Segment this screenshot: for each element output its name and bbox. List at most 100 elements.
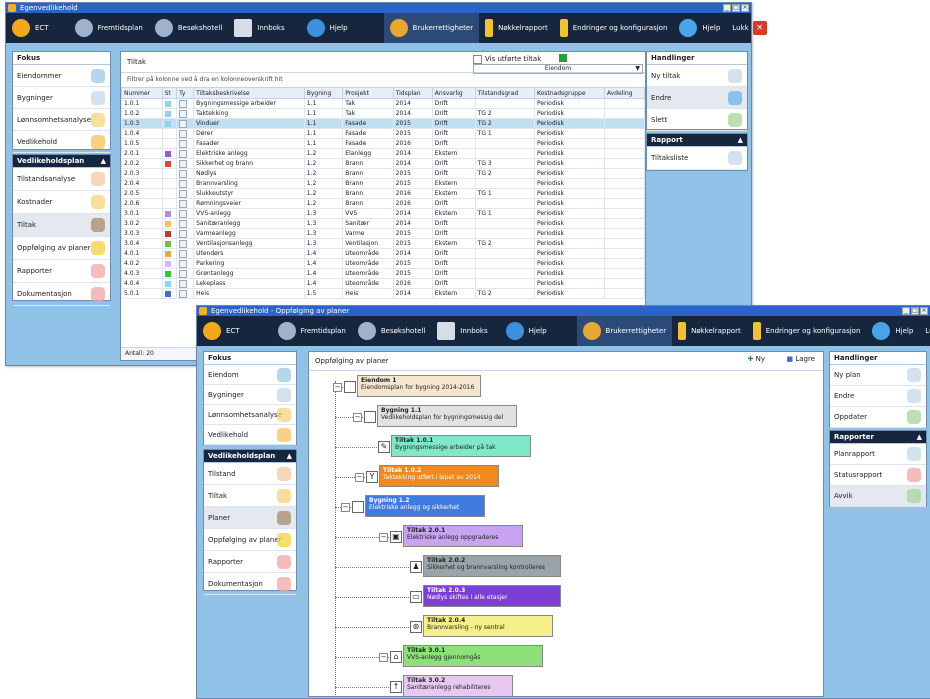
expand-toggle[interactable]: − bbox=[379, 533, 388, 542]
toolbar-brukerrettigheter[interactable]: Brukerrettigheter bbox=[576, 316, 673, 346]
nav-item[interactable]: Rapporter bbox=[204, 551, 296, 573]
nav-item[interactable]: Lønnsomhetsanalyse bbox=[13, 109, 110, 131]
plan-node[interactable]: Tiltak 1.0.2 Taktekking utført i løpet av… bbox=[379, 465, 499, 487]
action-item[interactable]: Ny tiltak bbox=[647, 65, 747, 87]
toolbar-hjelp-2[interactable]: Hjelp bbox=[866, 316, 919, 346]
plan-node[interactable]: Bygning 1.1 Vedlikeholdsplan for bygnings… bbox=[377, 405, 517, 427]
column-header[interactable]: Tilstandsgrad bbox=[474, 87, 535, 99]
column-header[interactable]: Ty bbox=[176, 87, 195, 99]
toolbar-innboks[interactable]: Innboks bbox=[228, 13, 290, 43]
filter-checkbox[interactable] bbox=[473, 55, 482, 64]
table-row[interactable]: 2.0.3 Nødlys 1.2 Brann 2015 Drift TG 2 Periodis… bbox=[121, 168, 645, 179]
nav-item[interactable]: Tiltak bbox=[204, 485, 296, 507]
expand-toggle[interactable]: − bbox=[353, 413, 362, 422]
minimize-icon[interactable]: _ bbox=[902, 307, 910, 315]
chevron-up-icon[interactable]: ▲ bbox=[287, 450, 292, 462]
toolbar-hjelp-2[interactable]: Hjelp bbox=[673, 13, 726, 43]
toolbar-fremtidsplan[interactable]: Fremtidsplan bbox=[272, 316, 352, 346]
table-row[interactable]: 4.0.3 Grøntanlegg 1.4 Uteområde 2015 Drift Per… bbox=[121, 268, 645, 279]
close-icon[interactable]: × bbox=[920, 307, 928, 315]
toolbar-fremtidsplan[interactable]: Fremtidsplan bbox=[69, 13, 149, 43]
toolbar-besokshotell[interactable]: Besøkshotell bbox=[149, 13, 228, 43]
nav-item[interactable]: Vedlikehold bbox=[204, 425, 296, 445]
nav-item[interactable]: Planer bbox=[204, 507, 296, 529]
nav-item[interactable]: Vedlikehold bbox=[13, 131, 110, 153]
nav-item[interactable]: Eiendommer bbox=[13, 65, 110, 87]
action-item[interactable]: Tiltaksliste bbox=[647, 147, 747, 170]
minimize-icon[interactable]: _ bbox=[723, 4, 731, 12]
plan-node[interactable]: Tiltak 2.0.2 Sikkerhet og brannvarsling k… bbox=[423, 555, 561, 577]
nav-item[interactable]: Rapporter bbox=[13, 260, 110, 283]
plan-node[interactable]: Tiltak 3.0.1 VVS-anlegg gjennomgås bbox=[403, 645, 543, 667]
nav-item[interactable]: Lønnsomhetsanalyse bbox=[204, 405, 296, 425]
close-app-button[interactable]: Lukk× bbox=[919, 316, 930, 346]
column-header[interactable]: Kostnadsgruppe bbox=[533, 87, 605, 99]
chevron-up-icon[interactable]: ▲ bbox=[738, 134, 743, 146]
column-header[interactable]: Nummer bbox=[121, 87, 163, 99]
nav-item[interactable]: Oppfølging av planer bbox=[204, 529, 296, 551]
action-item[interactable]: Endre bbox=[830, 386, 926, 407]
action-item[interactable]: Endre bbox=[647, 87, 747, 109]
table-row[interactable]: 3.0.3 Varmeanlegg 1.3 Varme 2015 Drift Periodi… bbox=[121, 228, 645, 239]
table-row[interactable]: 2.0.1 Elektriske anlegg 1.2 Elanlegg 2014 Eks… bbox=[121, 148, 645, 159]
toolbar-nokkelrapport[interactable]: Nøkkelrapport bbox=[672, 316, 747, 346]
maximize-icon[interactable]: □ bbox=[732, 4, 740, 12]
nav-item[interactable]: Oppfølging av planer bbox=[13, 237, 110, 260]
toolbar-innboks[interactable]: Innboks bbox=[431, 316, 493, 346]
nav-item[interactable]: Dokumentasjon bbox=[204, 573, 296, 595]
expand-toggle[interactable]: − bbox=[333, 383, 342, 392]
table-row[interactable]: 4.0.1 Utendørs 1.4 Uteområde 2014 Drift Period… bbox=[121, 248, 645, 259]
table-row[interactable]: 5.0.1 Heis 1.5 Heis 2014 Ekstern TG 2 Periodisk bbox=[121, 288, 645, 299]
table-row[interactable]: 2.0.6 Rømningsveier 1.2 Brann 2016 Drift Perio… bbox=[121, 198, 645, 209]
table-row[interactable]: 1.0.5 Fasader 1.1 Fasade 2016 Drift Periodisk bbox=[121, 138, 645, 149]
toolbar-besokshotell[interactable]: Besøkshotell bbox=[352, 316, 431, 346]
table-row[interactable]: 3.0.4 Ventilasjonsanlegg 1.3 Ventilasjon 201… bbox=[121, 238, 645, 249]
excel-icon[interactable] bbox=[559, 54, 567, 62]
action-item[interactable]: Statusrapport bbox=[830, 465, 926, 486]
chevron-up-icon[interactable]: ▲ bbox=[917, 431, 922, 443]
plan-node[interactable]: Tiltak 1.0.1 Bygningsmessige arbeider på … bbox=[391, 435, 531, 457]
table-row[interactable]: 2.0.2 Sikkerhet og brann 1.2 Brann 2014 Drift… bbox=[121, 158, 645, 169]
column-header[interactable]: St bbox=[161, 87, 178, 99]
table-row[interactable]: 1.0.4 Dører 1.1 Fasade 2015 Drift TG 1 Periodis… bbox=[121, 128, 645, 139]
action-item[interactable]: Avvik bbox=[830, 486, 926, 507]
plan-node[interactable]: Eiendom 1 Eiendomsplan for bygning 2014-2… bbox=[357, 375, 481, 397]
expand-toggle[interactable]: − bbox=[379, 653, 388, 662]
toolbar-ect[interactable]: ECT bbox=[6, 13, 55, 43]
nav-item[interactable]: Kostnader bbox=[13, 191, 110, 214]
nav-item[interactable]: Eiendom bbox=[204, 365, 296, 385]
nav-item[interactable]: Bygninger bbox=[204, 385, 296, 405]
column-header[interactable]: Avdeling bbox=[603, 87, 645, 99]
toolbar-ect[interactable]: ECT bbox=[197, 316, 246, 346]
nav-item[interactable]: Bygninger bbox=[13, 87, 110, 109]
table-row[interactable]: 3.0.1 VVS-anlegg 1.3 VVS 2014 Ekstern TG 1 Peri… bbox=[121, 208, 645, 219]
plan-node[interactable]: Bygning 1.2 Elektriske anlegg og sikkerhe… bbox=[365, 495, 485, 517]
nav-item[interactable]: Tilstand bbox=[204, 463, 296, 485]
expand-toggle[interactable]: − bbox=[355, 473, 364, 482]
toolbar-endringer[interactable]: Endringer og konfigurasjon bbox=[747, 316, 867, 346]
column-header[interactable]: Tiltaksbeskrivelse bbox=[193, 87, 305, 99]
toolbar-hjelp[interactable]: Hjelp bbox=[301, 13, 354, 43]
action-item[interactable]: Planrapport bbox=[830, 444, 926, 465]
plan-node[interactable]: Tiltak 3.0.2 Sanitæranlegg rehabiliteres bbox=[403, 675, 513, 696]
table-row[interactable]: 1.0.1 Bygningsmessige arbeider 1.1 Tak 2014 D… bbox=[121, 98, 645, 109]
table-row[interactable]: 3.0.2 Sanitæranlegg 1.3 Sanitær 2014 Drift Per… bbox=[121, 218, 645, 229]
maximize-icon[interactable]: □ bbox=[911, 307, 919, 315]
table-row[interactable]: 2.0.5 Slukkeutstyr 1.2 Brann 2016 Ekstern TG 1… bbox=[121, 188, 645, 199]
action-item[interactable]: Oppdater bbox=[830, 407, 926, 428]
close-app-button[interactable]: Lukk× bbox=[726, 13, 772, 43]
table-row[interactable]: 2.0.4 Brannvarsling 1.2 Brann 2015 Ekstern Per… bbox=[121, 178, 645, 189]
expand-toggle[interactable]: − bbox=[341, 503, 350, 512]
plan-node[interactable]: Tiltak 2.0.3 Nødlys skiftes i alle etasje… bbox=[423, 585, 561, 607]
column-header[interactable]: Ansvarlig bbox=[431, 87, 476, 99]
toolbar-endringer[interactable]: Endringer og konfigurasjon bbox=[554, 13, 674, 43]
table-row[interactable]: 4.0.4 Lekeplass 1.4 Uteområde 2016 Drift Perio… bbox=[121, 278, 645, 289]
column-header[interactable]: Tidsplan bbox=[392, 87, 433, 99]
toolbar-nokkelrapport[interactable]: Nøkkelrapport bbox=[479, 13, 554, 43]
column-header[interactable]: Prosjekt bbox=[342, 87, 394, 99]
nav-item[interactable]: Dokumentasjon bbox=[13, 283, 110, 306]
table-row[interactable]: 1.0.2 Taktekking 1.1 Tak 2014 Drift TG 2 Period… bbox=[121, 108, 645, 119]
close-icon[interactable]: × bbox=[741, 4, 749, 12]
nav-item[interactable]: Tiltak bbox=[13, 214, 110, 237]
nav-item[interactable]: Tilstandsanalyse bbox=[13, 168, 110, 191]
